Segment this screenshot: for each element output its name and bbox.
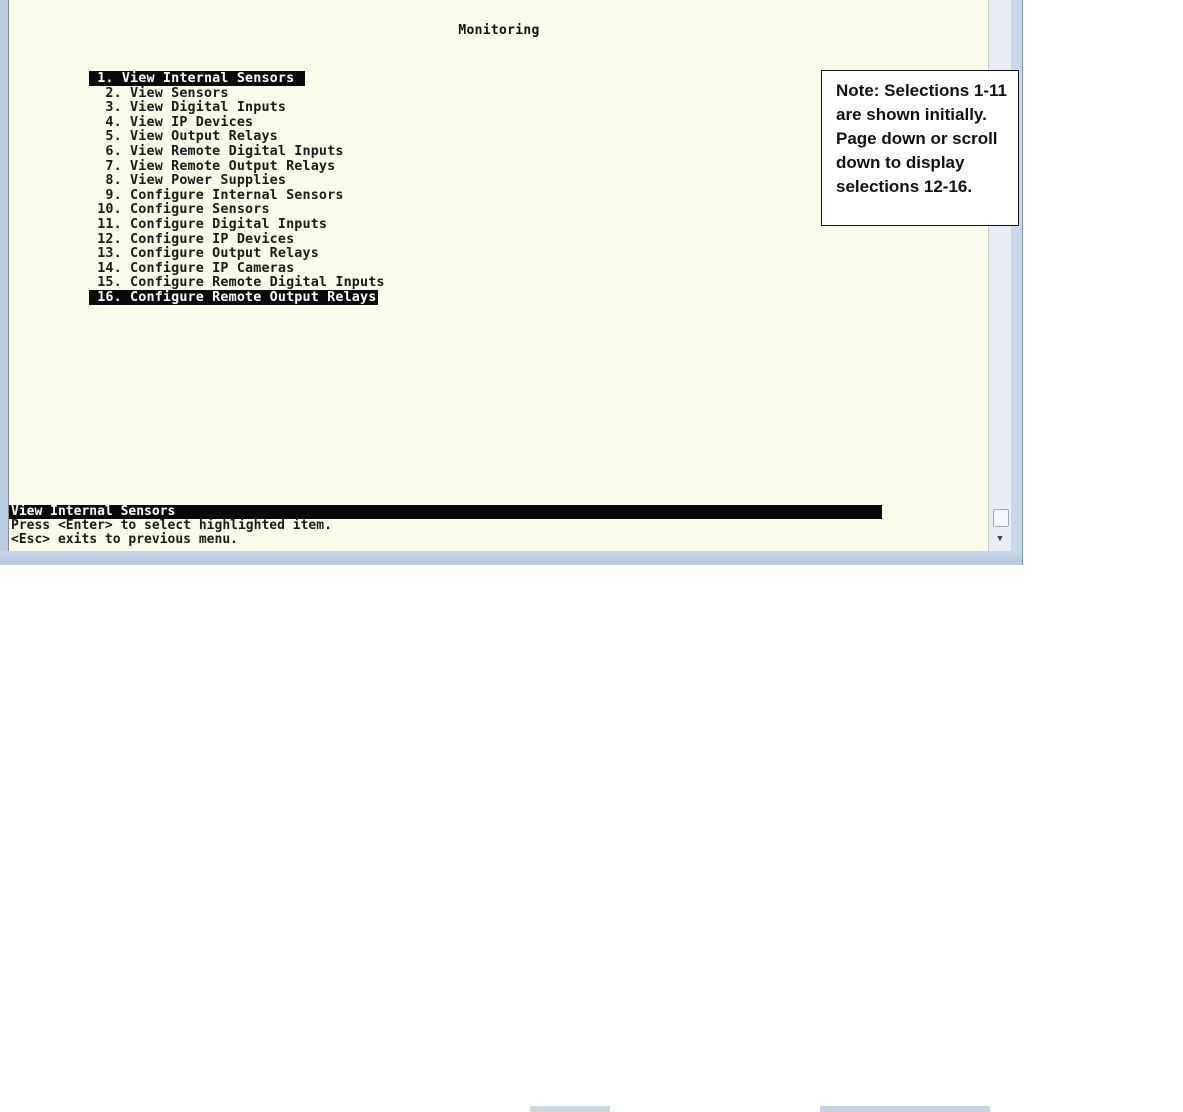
blurred-taskbar-item	[820, 1106, 990, 1112]
menu-item-view-remote-digital-inputs[interactable]: 6. View Remote Digital Inputs	[89, 143, 387, 160]
menu-item-configure-remote-output-relays[interactable]: 16. Configure Remote Output Relays	[89, 289, 387, 306]
menu-item-label: 4. View IP Devices	[89, 114, 254, 130]
menu-item-label: 2. View Sensors	[89, 85, 229, 101]
note-text: Note: Selections 1-11 are shown initiall…	[836, 81, 1008, 196]
note-callout: Note: Selections 1-11 are shown initiall…	[821, 70, 1019, 226]
menu-item-label: 5. View Output Relays	[89, 129, 278, 145]
window-bottom-edge	[0, 551, 1022, 1112]
menu-item-label: 14. Configure IP Cameras	[89, 260, 295, 276]
menu-item-view-power-supplies[interactable]: 8. View Power Supplies	[89, 173, 387, 189]
status-item-title: View Internal Sensors	[11, 504, 176, 519]
menu-item-label: 8. View Power Supplies	[89, 173, 287, 189]
menu-item-configure-digital-inputs[interactable]: 11. Configure Digital Inputs	[89, 216, 387, 233]
menu-item-label: 1. View Internal Sensors	[89, 71, 305, 86]
menu-item-label: 6. View Remote Digital Inputs	[89, 143, 344, 159]
menu-item-label: 11. Configure Digital Inputs	[89, 216, 328, 232]
menu-item-label: 3. View Digital Inputs	[89, 100, 287, 116]
menu-title: Monitoring	[458, 23, 540, 38]
menu-item-view-internal-sensors[interactable]: 1. View Internal Sensors	[89, 71, 387, 87]
menu-item-configure-remote-digital-inputs[interactable]: 15. Configure Remote Digital Inputs	[89, 276, 387, 291]
menu-item-label: 16. Configure Remote Output Relays	[89, 289, 379, 305]
menu-item-label: 7. View Remote Output Relays	[89, 158, 336, 174]
chevron-down-icon[interactable]: ▼	[992, 531, 1008, 547]
status-help-esc: <Esc> exits to previous menu.	[11, 532, 238, 547]
menu-item-configure-output-relays[interactable]: 13. Configure Output Relays	[89, 246, 387, 262]
menu-item-view-sensors[interactable]: 2. View Sensors	[89, 85, 387, 102]
menu-item-label: 9. Configure Internal Sensors	[89, 187, 344, 203]
menu-item-label: 15. Configure Remote Digital Inputs	[89, 275, 385, 291]
menu-item-configure-sensors[interactable]: 10. Configure Sensors	[89, 203, 387, 218]
blurred-taskbar-item	[530, 1106, 610, 1112]
menu-item-configure-ip-devices[interactable]: 12. Configure IP Devices	[89, 231, 387, 248]
menu-item-label: 12. Configure IP Devices	[89, 231, 295, 247]
menu-item-view-output-relays[interactable]: 5. View Output Relays	[89, 130, 387, 145]
menu-item-view-remote-output-relays[interactable]: 7. View Remote Output Relays	[89, 158, 387, 175]
menu-item-view-digital-inputs[interactable]: 3. View Digital Inputs	[89, 100, 387, 116]
scrollbar-thumb[interactable]	[993, 509, 1009, 527]
menu-item-label: 13. Configure Output Relays	[89, 246, 319, 262]
status-help-enter: Press <Enter> to select highlighted item…	[11, 518, 332, 533]
monitoring-menu: 1. View Internal Sensors 2. View Sensors…	[89, 71, 387, 306]
menu-item-label: 10. Configure Sensors	[89, 202, 270, 218]
